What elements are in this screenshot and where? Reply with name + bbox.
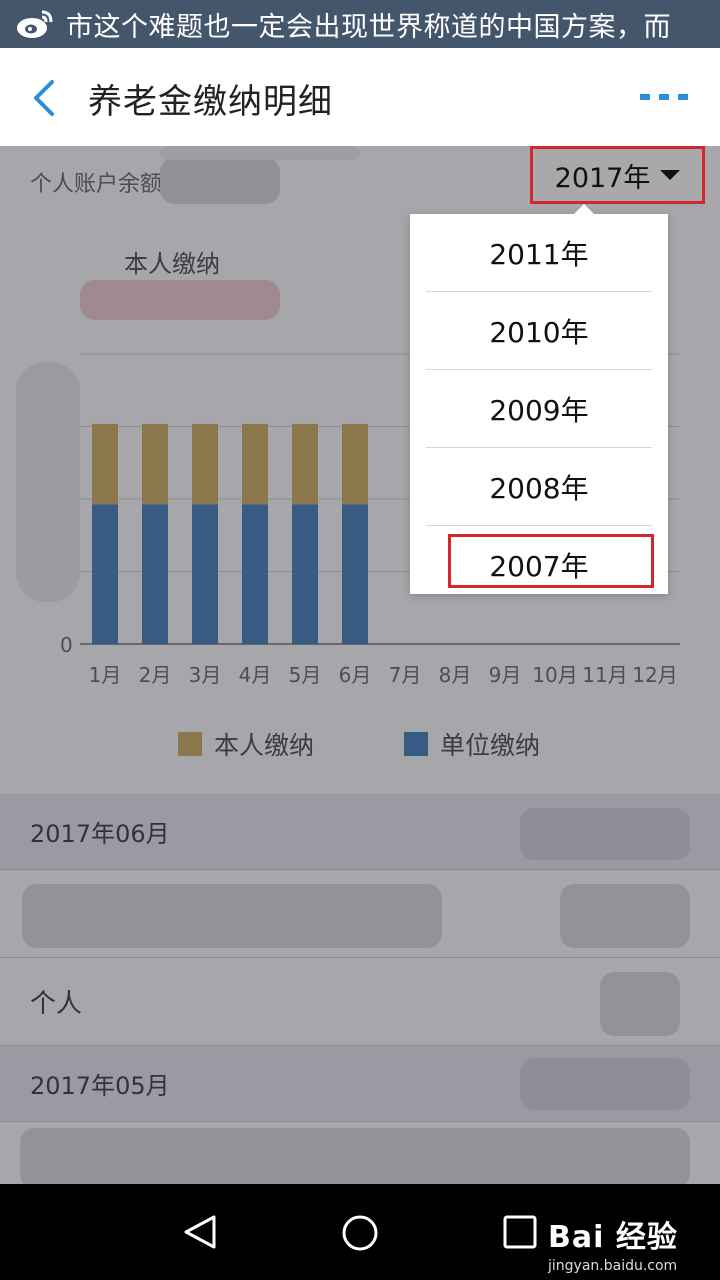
legend-swatch-employer	[404, 732, 428, 756]
bar-segment[interactable]	[92, 423, 118, 505]
baidu-jingyan-watermark: Bai 经验 jingyan.baidu.com	[548, 1212, 678, 1274]
watermark-url: jingyan.baidu.com	[548, 1258, 678, 1274]
x-tick-label: 6月	[339, 663, 372, 687]
year-dropdown-menu: 2011年 2010年 2009年 2008年 2007年	[410, 204, 668, 594]
record-detail-redacted	[22, 884, 442, 948]
record-amount-redacted	[520, 1058, 690, 1110]
bar-segment[interactable]	[192, 423, 218, 505]
x-tick-label: 4月	[239, 663, 272, 687]
weibo-icon	[16, 8, 54, 40]
x-tick-label: 1月	[89, 663, 122, 687]
bar-segment[interactable]	[292, 504, 318, 644]
x-tick-label: 12月	[632, 663, 677, 687]
x-tick-label: 11月	[582, 663, 627, 687]
record-month-label: 2017年06月	[30, 820, 170, 848]
record-row-redacted[interactable]	[0, 870, 720, 958]
year-selector[interactable]: 2017年	[530, 146, 705, 204]
record-month-header: 2017年06月	[0, 794, 720, 870]
record-row-redacted[interactable]	[0, 1122, 720, 1184]
bar-segment[interactable]	[242, 423, 268, 505]
nav-back-icon[interactable]	[182, 1214, 218, 1250]
record-row-personal[interactable]: 个人	[0, 958, 720, 1046]
record-row-label: 个人	[30, 989, 83, 1019]
year-option[interactable]: 2008年	[426, 448, 652, 526]
nav-recents-icon[interactable]	[502, 1214, 538, 1250]
back-arrow-icon[interactable]	[28, 78, 60, 118]
legend-label-self: 本人缴纳	[214, 731, 315, 760]
bar-segment[interactable]	[92, 504, 118, 644]
record-detail-redacted-right	[560, 884, 690, 948]
page-title: 养老金缴纳明细	[88, 82, 333, 122]
bar-segment[interactable]	[142, 504, 168, 644]
bar-segment[interactable]	[242, 504, 268, 644]
title-bar: 养老金缴纳明细	[0, 48, 720, 146]
legend-label-employer: 单位缴纳	[440, 731, 541, 760]
bar-segment[interactable]	[192, 504, 218, 644]
bar-segment[interactable]	[292, 423, 318, 505]
dropdown-caret-icon	[660, 170, 681, 180]
year-option[interactable]: 2011年	[426, 214, 652, 292]
bar-segment[interactable]	[342, 504, 368, 644]
x-tick-label: 2月	[139, 663, 172, 687]
x-tick-label: 3月	[189, 663, 222, 687]
banner-text: 市这个难题也一定会出现世界称道的中国方案，而	[66, 11, 671, 43]
more-options-icon[interactable]	[640, 92, 688, 104]
year-option[interactable]: 2010年	[426, 292, 652, 370]
bar-segment[interactable]	[342, 423, 368, 505]
x-tick-label: 10月	[532, 663, 577, 687]
legend-item-employer: 单位缴纳	[404, 726, 540, 762]
notification-banner[interactable]: 市这个难题也一定会出现世界称道的中国方案，而	[0, 0, 720, 48]
record-month-label: 2017年05月	[30, 1072, 170, 1100]
dropdown-pointer	[574, 204, 594, 214]
x-tick-label: 7月	[389, 663, 422, 687]
year-option[interactable]: 2009年	[426, 370, 652, 448]
watermark-brand: Bai 经验	[548, 1220, 678, 1255]
nav-home-icon[interactable]	[341, 1214, 379, 1252]
x-tick-label: 9月	[489, 663, 522, 687]
year-selector-value: 2017年	[554, 162, 651, 194]
record-detail-redacted	[20, 1128, 690, 1184]
legend-item-self: 本人缴纳	[178, 726, 314, 762]
year-option-highlighted[interactable]: 2007年	[426, 526, 654, 604]
record-value-redacted	[600, 972, 680, 1036]
y-tick-label: 0	[60, 633, 73, 657]
record-month-header: 2017年05月	[0, 1046, 720, 1122]
records-list: 2017年06月 个人 2017年05月	[0, 794, 720, 1184]
x-tick-label: 5月	[289, 663, 322, 687]
bar-segment[interactable]	[142, 423, 168, 505]
x-tick-label: 8月	[439, 663, 472, 687]
record-amount-redacted	[520, 808, 690, 860]
legend-swatch-self	[178, 732, 202, 756]
